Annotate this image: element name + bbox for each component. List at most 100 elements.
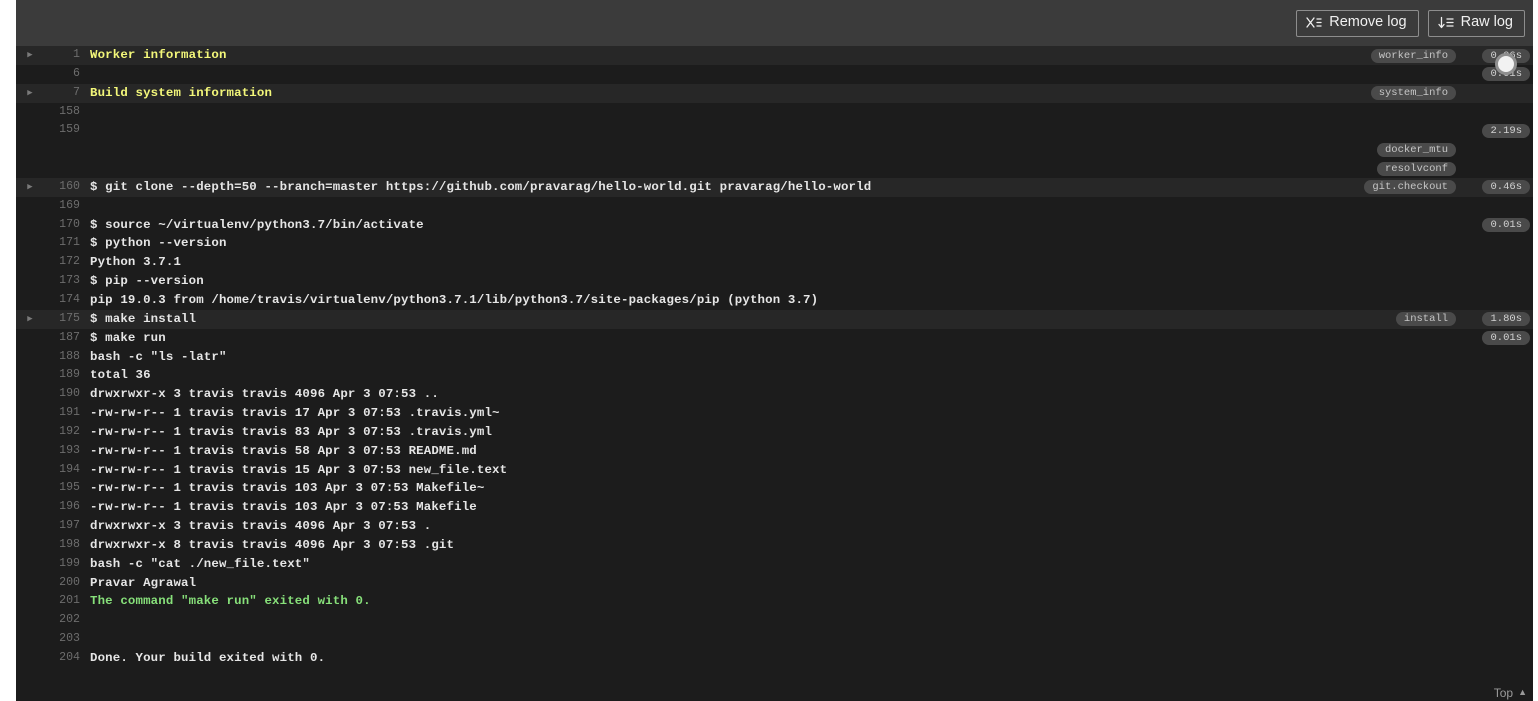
log-row: 190 drwxrwxr-x 3 travis travis 4096 Apr 3… <box>16 385 1533 405</box>
line-number: 7 <box>73 85 80 99</box>
log-line-text: -rw-rw-r-- 1 travis travis 103 Apr 3 07:… <box>90 481 485 496</box>
caret-up-icon: ▲ <box>1518 687 1527 697</box>
log-row: 158 <box>16 102 1533 122</box>
line-number: 193 <box>59 443 80 457</box>
log-line-text: drwxrwxr-x 3 travis travis 4096 Apr 3 07… <box>90 387 439 402</box>
log-row: 173 $ pip --version <box>16 272 1533 291</box>
log-row: 187 $ make run 0.01s <box>16 328 1533 348</box>
log-line-text: $ pip --version <box>90 274 204 289</box>
log-row: 192 -rw-rw-r-- 1 travis travis 83 Apr 3 0… <box>16 422 1533 442</box>
log-line-text: -rw-rw-r-- 1 travis travis 17 Apr 3 07:5… <box>90 406 500 421</box>
line-number: 171 <box>59 236 80 250</box>
line-number: 202 <box>59 613 80 627</box>
log-row: 199 bash -c "cat ./new_file.text" <box>16 554 1533 574</box>
raw-log-button[interactable]: Raw log <box>1427 9 1525 37</box>
log-line-text: total 36 <box>90 368 151 383</box>
log-toolbar: Remove log Raw log <box>16 0 1533 46</box>
log-row: 193 -rw-rw-r-- 1 travis travis 58 Apr 3 0… <box>16 441 1533 461</box>
line-number: 200 <box>59 575 80 589</box>
log-duration-badge: 0.01s <box>1482 331 1530 346</box>
log-row: 172 Python 3.7.1 <box>16 253 1533 273</box>
line-number: 160 <box>59 179 80 193</box>
line-number: 203 <box>59 632 80 646</box>
line-number: 158 <box>59 104 80 118</box>
scroll-to-top-link[interactable]: Top ▲ <box>1494 686 1527 700</box>
log-section-tag: docker_mtu <box>1376 142 1456 157</box>
log-row: 188 bash -c "ls -latr" <box>16 347 1533 367</box>
log-section-tag: git.checkout <box>1364 180 1456 195</box>
line-number: 173 <box>59 274 80 288</box>
line-number: 189 <box>59 368 80 382</box>
log-row: 197 drwxrwxr-x 3 travis travis 4096 Apr 3… <box>16 517 1533 536</box>
log-line-text: -rw-rw-r-- 1 travis travis 58 Apr 3 07:5… <box>90 443 477 458</box>
scroll-to-top-label: Top <box>1493 686 1514 700</box>
log-line-text: $ git clone --depth=50 --branch=master h… <box>90 179 872 194</box>
shuffle-remove-icon <box>1306 16 1322 30</box>
line-number: 174 <box>59 292 80 306</box>
line-number: 192 <box>59 424 80 438</box>
log-duration-badge: 1.80s <box>1482 312 1530 327</box>
line-number: 199 <box>59 556 80 570</box>
log-rows-container: ▶ 1 Worker information worker_info 0.06s 6 0.0… <box>16 46 1533 668</box>
log-row: 6 0.01s <box>16 64 1533 84</box>
line-number: 172 <box>59 255 80 269</box>
log-line-text: drwxrwxr-x 3 travis travis 4096 Apr 3 07… <box>90 519 432 534</box>
line-number: 187 <box>59 330 80 344</box>
line-number: 188 <box>59 349 80 363</box>
log-line-text: $ make run <box>90 330 166 345</box>
log-row: resolvconf <box>16 159 1533 178</box>
line-number: 197 <box>59 519 80 533</box>
log-line-text: Worker information <box>90 48 227 62</box>
log-row: 202 <box>16 611 1533 631</box>
log-row: 191 -rw-rw-r-- 1 travis travis 17 Apr 3 0… <box>16 404 1533 423</box>
line-number: 170 <box>59 217 80 231</box>
raw-log-label: Raw log <box>1460 14 1513 31</box>
log-row: 194 -rw-rw-r-- 1 travis travis 15 Apr 3 0… <box>16 460 1533 480</box>
line-number: 169 <box>59 198 80 212</box>
log-row: 159 2.19s <box>16 121 1533 141</box>
log-row[interactable]: ▶ 175 $ make install install 1.80s <box>16 309 1533 329</box>
log-line-text: Python 3.7.1 <box>90 255 182 270</box>
log-row: 196 -rw-rw-r-- 1 travis travis 103 Apr 3 … <box>16 498 1533 518</box>
line-number: 1 <box>73 48 80 61</box>
log-line-text: drwxrwxr-x 8 travis travis 4096 Apr 3 07… <box>90 537 455 552</box>
log-row: 200 Pravar Agrawal <box>16 573 1533 593</box>
line-number: 6 <box>73 66 80 80</box>
log-row: 198 drwxrwxr-x 8 travis travis 4096 Apr 3… <box>16 535 1533 555</box>
log-duration-badge: 0.01s <box>1482 67 1530 82</box>
log-row: 174 pip 19.0.3 from /home/travis/virtuale… <box>16 290 1533 310</box>
log-line-text: $ make install <box>90 311 197 326</box>
log-duration-badge: 2.19s <box>1482 123 1530 138</box>
log-line-text: -rw-rw-r-- 1 travis travis 83 Apr 3 07:5… <box>90 424 493 439</box>
log-section-tag: install <box>1395 312 1456 327</box>
log-row: 204 Done. Your build exited with 0. <box>16 649 1533 668</box>
log-duration-badge: 0.01s <box>1482 218 1530 233</box>
remove-log-button[interactable]: Remove log <box>1296 9 1419 37</box>
log-row[interactable]: ▶ 160 $ git clone --depth=50 --branch=mast… <box>16 177 1533 197</box>
log-row: 170 $ source ~/virtualenv/python3.7/bin/a… <box>16 215 1533 235</box>
log-section-tag: system_info <box>1370 86 1456 101</box>
log-line-text: Done. Your build exited with 0. <box>90 651 326 665</box>
log-line-text: The command "make run" exited with 0. <box>90 594 371 609</box>
log-row[interactable]: ▶ 7 Build system information system_info <box>16 83 1533 103</box>
log-line-text: pip 19.0.3 from /home/travis/virtualenv/… <box>90 292 819 307</box>
sort-download-icon <box>1437 16 1454 30</box>
line-number: 204 <box>59 651 80 664</box>
log-line-text: Pravar Agrawal <box>90 575 197 590</box>
log-row: 189 total 36 <box>16 366 1533 386</box>
log-line-text: -rw-rw-r-- 1 travis travis 103 Apr 3 07:… <box>90 500 477 515</box>
log-row[interactable]: ▶ 1 Worker information worker_info 0.06s <box>16 46 1533 65</box>
line-number: 194 <box>59 462 80 476</box>
line-number: 159 <box>59 123 80 137</box>
log-output[interactable]: ▶ 1 Worker information worker_info 0.06s 6 0.0… <box>16 46 1533 701</box>
log-line-text: bash -c "ls -latr" <box>90 349 227 364</box>
log-duration-badge: 0.46s <box>1482 180 1530 195</box>
log-row: docker_mtu <box>16 140 1533 160</box>
line-number: 196 <box>59 500 80 514</box>
log-line-text: $ python --version <box>90 236 227 251</box>
log-row: 171 $ python --version <box>16 234 1533 254</box>
log-row: 203 <box>16 630 1533 649</box>
log-section-tag: resolvconf <box>1376 161 1456 176</box>
log-row: 195 -rw-rw-r-- 1 travis travis 103 Apr 3 … <box>16 479 1533 499</box>
line-number: 201 <box>59 594 80 608</box>
